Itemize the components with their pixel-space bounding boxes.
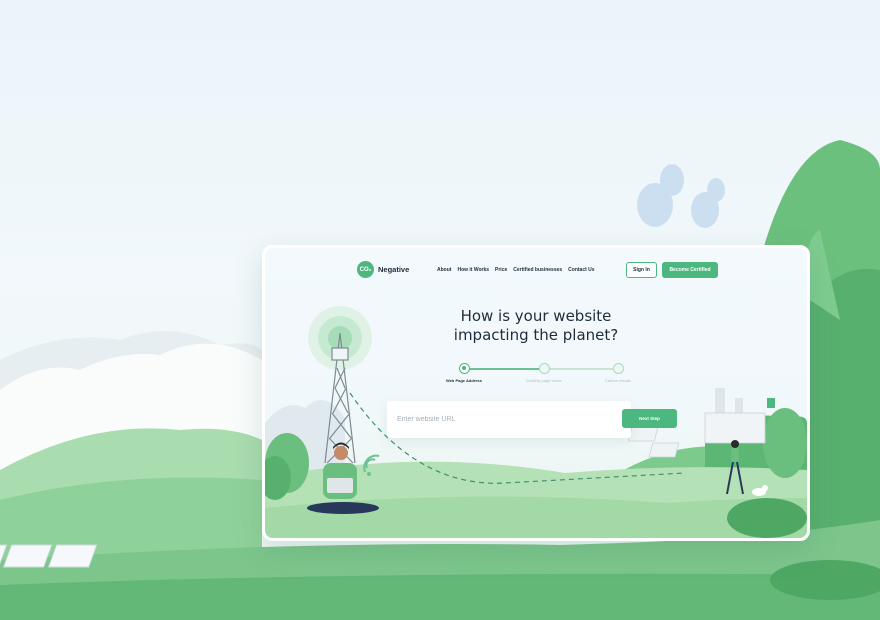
brand-name: Negative [378, 265, 410, 274]
next-step-button[interactable]: Next Step [622, 409, 677, 428]
step-connector [465, 368, 539, 370]
step-connector [544, 368, 613, 370]
step-progress: Web Page Address Monthly page views Carb… [435, 363, 635, 387]
nav-link-about[interactable]: About [437, 267, 451, 273]
hero-heading-line-2: impacting the planet? [453, 326, 619, 344]
step-1-label: Web Page Address [445, 378, 483, 383]
step-3-label: Carbon results [604, 378, 632, 383]
hero-heading-line-1: How is your website [460, 307, 612, 325]
logo[interactable]: CO₂ Negative [357, 261, 409, 278]
url-form [387, 401, 631, 438]
nav-link-contact-us[interactable]: Contact Us [568, 267, 594, 273]
factory-icon [704, 388, 775, 444]
hero-heading: How is your website impacting the planet… [265, 307, 807, 345]
become-certified-button[interactable]: Become Certified [662, 262, 718, 278]
co2-logo-icon: CO₂ [357, 261, 374, 278]
website-url-input[interactable] [397, 410, 567, 429]
step-2-indicator [539, 363, 550, 374]
smoke-icon [637, 164, 725, 228]
top-navigation: CO₂ Negative About How it Works Price Ce… [265, 248, 807, 292]
nav-links: About How it Works Price Certified busin… [437, 267, 595, 273]
nav-link-how-it-works[interactable]: How it Works [457, 267, 489, 273]
nav-link-certified-businesses[interactable]: Certified businesses [513, 267, 562, 273]
nav-link-price[interactable]: Price [495, 267, 507, 273]
website-preview-card: CO₂ Negative About How it Works Price Ce… [262, 245, 810, 541]
step-2-label: Monthly page views [526, 378, 562, 383]
solar-panel-icon [627, 422, 680, 458]
step-3-indicator [613, 363, 624, 374]
sign-in-button[interactable]: Sign In [626, 262, 657, 278]
step-1-indicator [459, 363, 470, 374]
